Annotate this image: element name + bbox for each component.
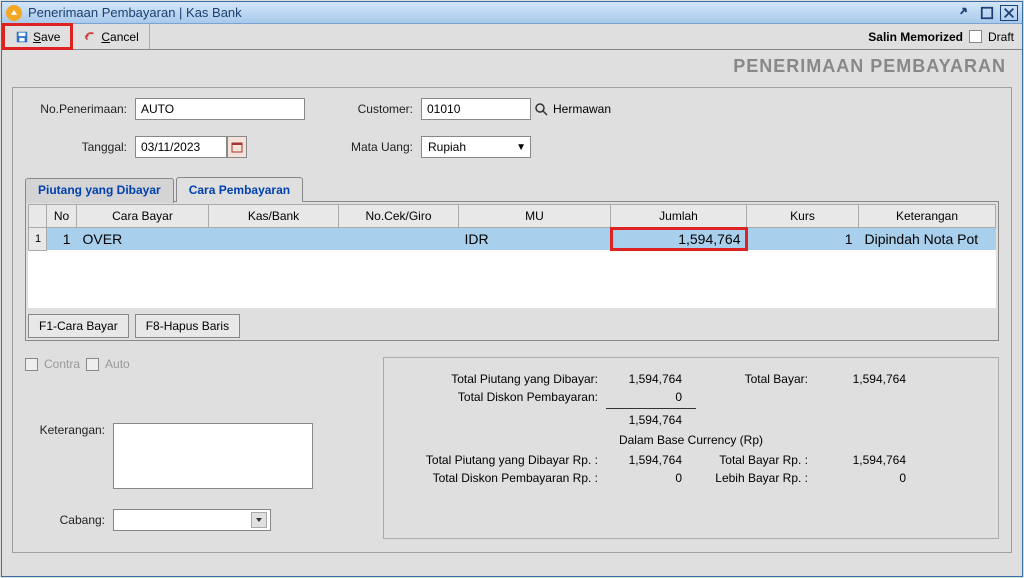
cabang-label: Cabang: — [25, 513, 113, 527]
col-keterangan: Keterangan — [859, 205, 996, 228]
save-button[interactable]: SSaveave — [2, 23, 73, 50]
base-currency-label: Dalam Base Currency (Rp) — [396, 433, 986, 447]
col-kurs: Kurs — [747, 205, 859, 228]
col-kas-bank: Kas/Bank — [209, 205, 339, 228]
col-rowhead — [29, 205, 47, 228]
col-no-cek: No.Cek/Giro — [339, 205, 459, 228]
page-title: PENERIMAAN PEMBAYARAN — [12, 56, 1012, 77]
main-panel: No.Penerimaan: Tanggal: — [12, 87, 1012, 553]
no-penerimaan-label: No.Penerimaan: — [25, 102, 135, 116]
total-piutang-label: Total Piutang yang Dibayar: — [396, 372, 606, 386]
col-no: No — [47, 205, 77, 228]
salin-memorized-label[interactable]: Salin Memorized — [868, 30, 963, 44]
main-window: Penerimaan Pembayaran | Kas Bank SSaveav… — [1, 1, 1023, 577]
mata-uang-label: Mata Uang: — [341, 140, 421, 154]
customer-label: Customer: — [341, 102, 421, 116]
app-icon — [6, 5, 22, 21]
cell-jumlah[interactable]: 1,594,764 — [611, 228, 747, 251]
bayar-rp-value: 1,594,764 — [816, 453, 906, 467]
detach-icon[interactable] — [956, 5, 974, 21]
diskon-rp-value: 0 — [606, 471, 696, 485]
search-icon[interactable] — [531, 98, 551, 120]
total-diskon-value: 0 — [606, 390, 696, 404]
draft-label: Draft — [988, 30, 1014, 44]
col-jumlah: Jumlah — [611, 205, 747, 228]
chevron-down-icon — [251, 512, 267, 528]
cancel-button[interactable]: CCancelancel — [73, 24, 149, 49]
toolbar: SSaveave CCancelancel Salin Memorized Dr… — [2, 24, 1022, 50]
maximize-icon[interactable] — [978, 5, 996, 21]
customer-name: Hermawan — [553, 102, 611, 116]
piutang-rp-label: Total Piutang yang Dibayar Rp. : — [396, 453, 606, 467]
total-piutang-value: 1,594,764 — [606, 372, 696, 386]
tanggal-input[interactable] — [135, 136, 227, 158]
auto-checkbox — [86, 358, 99, 371]
cell-cara-bayar[interactable]: OVER — [77, 228, 209, 251]
undo-icon — [83, 30, 97, 44]
customer-input[interactable] — [421, 98, 531, 120]
cabang-select[interactable] — [113, 509, 271, 531]
save-icon — [15, 30, 29, 44]
chevron-down-icon: ▼ — [516, 142, 526, 153]
cell-mu[interactable]: IDR — [459, 228, 611, 251]
calendar-icon[interactable] — [227, 136, 247, 158]
tab-piutang[interactable]: Piutang yang Dibayar — [25, 178, 174, 203]
window-title: Penerimaan Pembayaran | Kas Bank — [28, 5, 242, 20]
keterangan-textarea[interactable] — [113, 423, 313, 489]
col-cara-bayar: Cara Bayar — [77, 205, 209, 228]
lebih-rp-value: 0 — [816, 471, 906, 485]
total-diskon-label: Total Diskon Pembayaran: — [396, 390, 606, 404]
cell-rowhead: 1 — [29, 228, 47, 251]
bayar-rp-label: Total Bayar Rp. : — [696, 453, 816, 467]
total-bayar-label: Total Bayar: — [696, 372, 816, 386]
auto-label: Auto — [105, 357, 130, 371]
total-bayar-value: 1,594,764 — [816, 372, 906, 386]
f1-cara-bayar-button[interactable]: F1-Cara Bayar — [28, 314, 129, 338]
lebih-rp-label: Lebih Bayar Rp. : — [696, 471, 816, 485]
mata-uang-value: Rupiah — [428, 140, 466, 154]
cell-kas-bank[interactable] — [209, 228, 339, 251]
tanggal-label: Tanggal: — [25, 140, 135, 154]
col-mu: MU — [459, 205, 611, 228]
draft-checkbox[interactable] — [969, 30, 982, 43]
totals-panel: Total Piutang yang Dibayar: 1,594,764 To… — [383, 357, 999, 539]
piutang-rp-value: 1,594,764 — [606, 453, 696, 467]
table-row[interactable]: 1 1 OVER IDR 1,594,764 1 Dipindah Nota P… — [29, 228, 996, 251]
cell-keterangan[interactable]: Dipindah Nota Pot — [859, 228, 996, 251]
contra-checkbox — [25, 358, 38, 371]
diskon-rp-label: Total Diskon Pembayaran Rp. : — [396, 471, 606, 485]
title-bar: Penerimaan Pembayaran | Kas Bank — [2, 2, 1022, 24]
keterangan-label: Keterangan: — [25, 423, 113, 437]
contra-label: Contra — [44, 357, 80, 371]
f8-hapus-baris-button[interactable]: F8-Hapus Baris — [135, 314, 240, 338]
cell-kurs[interactable]: 1 — [747, 228, 859, 251]
no-penerimaan-input[interactable] — [135, 98, 305, 120]
cell-no-cek[interactable] — [339, 228, 459, 251]
close-icon[interactable] — [1000, 5, 1018, 21]
subtotal-value: 1,594,764 — [606, 413, 696, 427]
cell-no: 1 — [47, 228, 77, 251]
mata-uang-select[interactable]: Rupiah ▼ — [421, 136, 531, 158]
tab-cara-pembayaran[interactable]: Cara Pembayaran — [176, 177, 303, 202]
payment-grid: No Cara Bayar Kas/Bank No.Cek/Giro MU Ju… — [28, 204, 996, 251]
